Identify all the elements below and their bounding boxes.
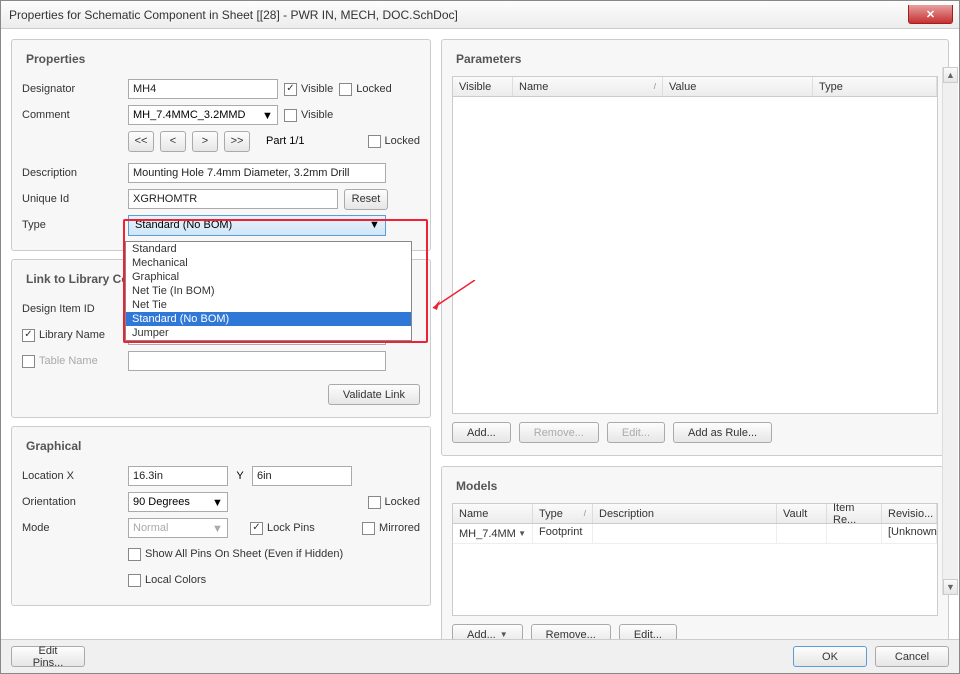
parameters-header: Visible Name/ Value Type — [453, 77, 937, 97]
part-locked-checkbox[interactable]: Locked — [368, 135, 420, 148]
designator-label: Designator — [22, 83, 122, 95]
dropdown-item[interactable]: Standard — [126, 242, 411, 256]
scroll-down-icon[interactable]: ▼ — [943, 579, 958, 595]
chevron-down-icon: ▼ — [210, 495, 225, 510]
chevron-down-icon: ▼ — [260, 108, 275, 123]
description-input[interactable] — [128, 163, 386, 183]
param-edit-button: Edit... — [607, 422, 665, 443]
dropdown-item[interactable]: Net Tie — [126, 298, 411, 312]
models-header: Name Type/ Description Vault Item Re... … — [453, 504, 937, 524]
parameters-title: Parameters — [452, 50, 938, 68]
designator-visible-checkbox[interactable]: Visible — [284, 83, 333, 96]
graphical-title: Graphical — [22, 437, 420, 455]
orientation-combo[interactable]: 90 Degrees ▼ — [128, 492, 228, 512]
scroll-track[interactable] — [943, 83, 958, 579]
graphical-group: Graphical Location X Y Orientation 90 De… — [11, 426, 431, 606]
table-name-input[interactable] — [128, 351, 386, 371]
uniqueid-input[interactable] — [128, 189, 338, 209]
comment-combo[interactable]: MH_7.4MMC_3.2MMD ▼ — [128, 105, 278, 125]
comment-label: Comment — [22, 109, 122, 121]
uniqueid-label: Unique Id — [22, 193, 122, 205]
sort-icon: / — [654, 82, 656, 91]
mode-label: Mode — [22, 522, 122, 534]
dropdown-item[interactable]: Graphical — [126, 270, 411, 284]
localcolors-checkbox[interactable]: Local Colors — [128, 574, 206, 587]
ok-button[interactable]: OK — [793, 646, 867, 667]
type-combo[interactable]: Standard (No BOM) ▼ — [128, 215, 386, 236]
cancel-button[interactable]: Cancel — [875, 646, 949, 667]
locationx-label: Location X — [22, 470, 122, 482]
titlebar[interactable]: Properties for Schematic Component in Sh… — [1, 1, 959, 29]
window-title: Properties for Schematic Component in Sh… — [9, 8, 458, 22]
designator-input[interactable] — [128, 79, 278, 99]
dropdown-item[interactable]: Mechanical — [126, 256, 411, 270]
parameters-group: Parameters Visible Name/ Value Type Add.… — [441, 39, 949, 456]
models-group: Models Name Type/ Description Vault Item… — [441, 466, 949, 658]
description-label: Description — [22, 167, 122, 179]
reset-button[interactable]: Reset — [344, 189, 388, 210]
dialog-footer: Edit Pins... OK Cancel — [1, 639, 959, 673]
part-last-button[interactable]: >> — [224, 131, 250, 152]
properties-title: Properties — [22, 50, 420, 68]
col-model-vault[interactable]: Vault — [777, 504, 827, 523]
type-label: Type — [22, 219, 122, 231]
y-label: Y — [234, 470, 246, 482]
col-visible[interactable]: Visible — [453, 77, 513, 96]
param-add-button[interactable]: Add... — [452, 422, 511, 443]
dropdown-item[interactable]: Net Tie (In BOM) — [126, 284, 411, 298]
models-table[interactable]: Name Type/ Description Vault Item Re... … — [452, 503, 938, 616]
library-name-checkbox[interactable]: Library Name — [22, 329, 122, 342]
lockpins-checkbox[interactable]: Lock Pins — [250, 522, 315, 535]
comment-visible-checkbox[interactable]: Visible — [284, 109, 333, 122]
close-icon: ✕ — [926, 8, 935, 21]
dialog-window: Properties for Schematic Component in Sh… — [0, 0, 960, 674]
validate-link-button[interactable]: Validate Link — [328, 384, 420, 405]
edit-pins-button[interactable]: Edit Pins... — [11, 646, 85, 667]
chevron-down-icon: ▼ — [500, 630, 508, 639]
col-model-name[interactable]: Name — [453, 504, 533, 523]
chevron-down-icon[interactable]: ▼ — [518, 529, 526, 538]
part-label: Part 1/1 — [266, 135, 305, 147]
col-model-type[interactable]: Type/ — [533, 504, 593, 523]
dropdown-item[interactable]: Jumper — [126, 326, 411, 340]
close-button[interactable]: ✕ — [908, 5, 953, 24]
parameters-body — [453, 97, 937, 413]
col-name[interactable]: Name/ — [513, 77, 663, 96]
col-value[interactable]: Value — [663, 77, 813, 96]
table-row[interactable]: MH_7.4MM▼ Footprint [Unknown — [453, 524, 937, 544]
col-model-description[interactable]: Description — [593, 504, 777, 523]
col-model-itemrev[interactable]: Item Re... — [827, 504, 882, 523]
chevron-down-icon: ▼ — [210, 521, 225, 536]
showallpins-checkbox[interactable]: Show All Pins On Sheet (Even if Hidden) — [128, 548, 343, 561]
mode-combo: Normal ▼ — [128, 518, 228, 538]
param-remove-button: Remove... — [519, 422, 599, 443]
vertical-scrollbar[interactable]: ▲ ▼ — [942, 67, 958, 595]
part-first-button[interactable]: << — [128, 131, 154, 152]
chevron-down-icon: ▼ — [367, 218, 382, 233]
table-name-checkbox: Table Name — [22, 355, 122, 368]
scroll-up-icon[interactable]: ▲ — [943, 67, 958, 83]
orientation-label: Orientation — [22, 496, 122, 508]
col-model-revision[interactable]: Revisio... — [882, 504, 937, 523]
locationy-input[interactable] — [252, 466, 352, 486]
sort-icon: / — [584, 509, 586, 518]
locationx-input[interactable] — [128, 466, 228, 486]
mirrored-checkbox[interactable]: Mirrored — [362, 522, 420, 535]
graphical-locked-checkbox[interactable]: Locked — [368, 496, 420, 509]
designator-locked-checkbox[interactable]: Locked — [339, 83, 391, 96]
param-addrule-button[interactable]: Add as Rule... — [673, 422, 772, 443]
type-dropdown-list[interactable]: Standard Mechanical Graphical Net Tie (I… — [125, 241, 412, 341]
right-column: Parameters Visible Name/ Value Type Add.… — [441, 39, 949, 630]
properties-group: Properties Designator Visible Locked Com… — [11, 39, 431, 251]
design-item-label: Design Item ID — [22, 303, 122, 315]
parameters-table[interactable]: Visible Name/ Value Type — [452, 76, 938, 414]
part-prev-button[interactable]: < — [160, 131, 186, 152]
models-title: Models — [452, 477, 938, 495]
dropdown-item-selected[interactable]: Standard (No BOM) — [126, 312, 411, 326]
col-type[interactable]: Type — [813, 77, 937, 96]
part-next-button[interactable]: > — [192, 131, 218, 152]
